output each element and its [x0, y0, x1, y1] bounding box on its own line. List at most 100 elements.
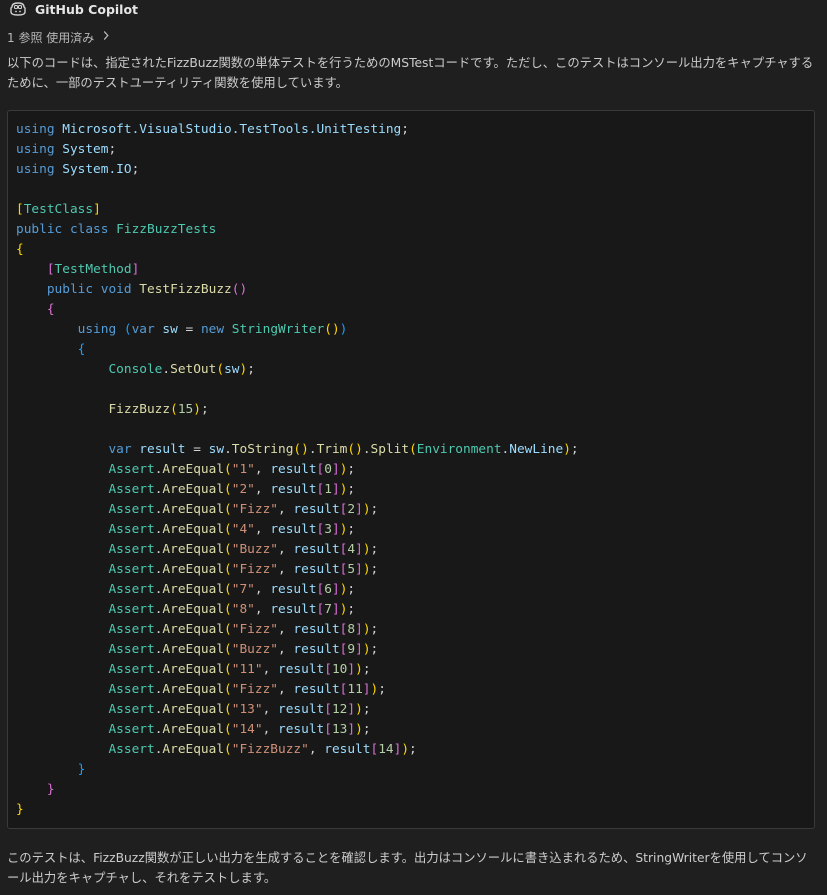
references-toggle[interactable]: 1 参照 使用済み	[7, 28, 110, 46]
code-token: Assert	[108, 522, 155, 537]
code-token: ,	[262, 702, 279, 717]
code-token: 1	[324, 482, 332, 497]
code-token: AreEqual	[162, 582, 225, 597]
code-token: 3	[324, 522, 332, 537]
code-token: (	[224, 602, 232, 617]
code-token: result	[278, 722, 325, 737]
code-line: public void TestFizzBuzz()	[16, 280, 579, 300]
code-token: ]	[331, 582, 340, 597]
code-token: .	[224, 442, 232, 457]
code-token: AreEqual	[162, 502, 225, 517]
code-token: TestClass	[23, 202, 94, 217]
code-line: FizzBuzz(15);	[16, 400, 579, 420]
code-token: )	[355, 722, 363, 737]
code-token: {	[77, 342, 86, 357]
code-token: ]	[355, 622, 363, 637]
code-token: result	[324, 742, 371, 757]
code-token: (	[224, 582, 232, 597]
code-token: ]	[347, 662, 356, 677]
code-token: ]	[347, 722, 356, 737]
code-line: Assert.AreEqual("1", result[0]);	[16, 460, 579, 480]
code-token: result	[293, 502, 340, 517]
code-token: (	[224, 462, 232, 477]
code-token: AreEqual	[162, 462, 225, 477]
code-token: class	[69, 222, 117, 237]
code-token: 2	[347, 502, 356, 517]
code-token: ;	[409, 742, 417, 757]
code-token: AreEqual	[162, 522, 225, 537]
code-token: Assert	[108, 502, 155, 517]
code-token: ,	[278, 502, 294, 517]
code-token: result	[293, 642, 340, 657]
code-token: result	[270, 602, 317, 617]
code-token: .	[308, 442, 317, 457]
code-token: sw	[224, 362, 240, 377]
code-token: result	[270, 462, 317, 477]
code-token: (	[224, 642, 232, 657]
code-token: result	[293, 542, 340, 557]
intro-paragraph: 以下のコードは、指定されたFizzBuzz関数の単体テストを行うためのMSTes…	[7, 56, 814, 90]
code-token: "Fizz"	[231, 502, 278, 517]
code-token: )	[355, 702, 363, 717]
code-block[interactable]: using Microsoft.VisualStudio.TestTools.U…	[7, 110, 815, 829]
code-token: result	[293, 562, 340, 577]
code-token: (	[224, 482, 232, 497]
code-line: {	[16, 240, 579, 260]
code-token: sw	[208, 442, 225, 457]
code-token: (	[224, 662, 232, 677]
code-token: Assert	[108, 562, 155, 577]
code-line: Assert.AreEqual("Fizz", result[5]);	[16, 560, 579, 580]
code-token: using	[16, 162, 63, 177]
code-token: ;	[370, 642, 379, 657]
code-line: Console.SetOut(sw);	[16, 360, 579, 380]
code-token: (	[224, 562, 232, 577]
code-line: Assert.AreEqual("13", result[12]);	[16, 700, 579, 720]
code-token: 10	[331, 662, 348, 677]
code-line: Assert.AreEqual("8", result[7]);	[16, 600, 579, 620]
code-token: AreEqual	[162, 562, 225, 577]
code-token: Console	[108, 362, 163, 377]
code-token: (	[123, 322, 132, 337]
code-token: result	[270, 582, 317, 597]
code-token: Assert	[108, 742, 155, 757]
code-token: 14	[378, 742, 394, 757]
outro-paragraph: このテストは、FizzBuzz関数が正しい出力を生成することを確認します。出力は…	[7, 851, 808, 885]
code-line: Assert.AreEqual("11", result[10]);	[16, 660, 579, 680]
code-token: "Buzz"	[231, 542, 278, 557]
code-token: Trim	[316, 442, 348, 457]
code-token: ;	[370, 542, 379, 557]
code-line: }	[16, 760, 579, 780]
code-token: "13"	[231, 702, 263, 717]
code-token: ()	[347, 442, 363, 457]
code-token: (	[224, 502, 232, 517]
code-token: StringWriter	[231, 322, 325, 337]
code-token: ;	[108, 142, 117, 157]
code-token: ]	[331, 522, 340, 537]
code-token: "Fizz"	[231, 682, 278, 697]
code-token: [	[324, 722, 332, 737]
code-token: AreEqual	[162, 682, 225, 697]
code-token: (	[224, 702, 232, 717]
code-token: )	[563, 442, 571, 457]
code-token: 5	[347, 562, 356, 577]
code-token: "11"	[231, 662, 263, 677]
code-token: ]	[355, 562, 363, 577]
code-token: 15	[177, 402, 194, 417]
code-line: Assert.AreEqual("7", result[6]);	[16, 580, 579, 600]
code-content[interactable]: using Microsoft.VisualStudio.TestTools.U…	[16, 120, 579, 820]
code-token: [	[324, 702, 332, 717]
code-token: AreEqual	[162, 702, 225, 717]
code-token: Environment	[416, 442, 502, 457]
code-token: )	[362, 562, 371, 577]
